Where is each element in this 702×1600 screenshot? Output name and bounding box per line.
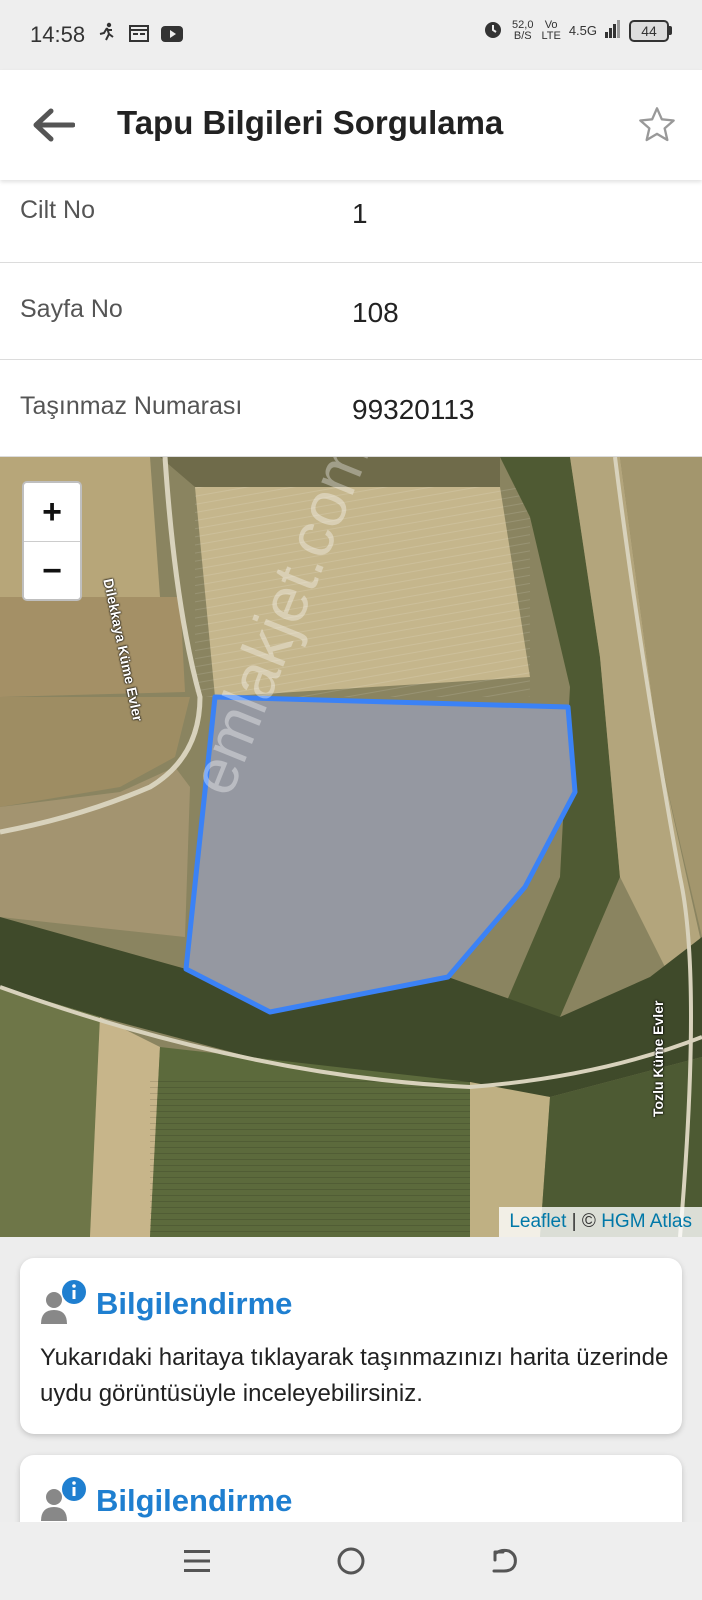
info-value: 108 <box>352 297 399 328</box>
status-time: 14:58 <box>30 22 86 47</box>
hgm-atlas-link[interactable]: HGM Atlas <box>601 1211 692 1232</box>
star-outline-icon <box>639 107 675 142</box>
system-nav-bar <box>0 1522 702 1600</box>
battery-icon: 44 <box>629 19 672 42</box>
card-title: Bilgilendirme <box>96 1286 293 1321</box>
card-title: Bilgilendirme <box>96 1483 293 1518</box>
info-value: 99320113 <box>352 394 475 425</box>
back-button[interactable] <box>28 100 78 150</box>
net-speed-value: 52,0 <box>512 18 534 31</box>
running-person-icon <box>97 22 117 48</box>
card-text: Yukarıdaki haritaya tıklayarak taşınmazı… <box>40 1344 669 1407</box>
info-card: Bilgilendirme Yukarıdaki haritaya tıklay… <box>20 1258 682 1434</box>
info-row-tasinmaz-numarasi: Taşınmaz Numarası 99320113 <box>0 360 702 457</box>
system-back-button[interactable] <box>480 1536 530 1586</box>
user-info-icon <box>38 1475 90 1527</box>
menu-button[interactable] <box>172 1536 222 1586</box>
home-button[interactable] <box>326 1536 376 1586</box>
signal-icon <box>605 20 621 41</box>
volte-indicator: Vo LTE <box>541 18 561 42</box>
zoom-out-button[interactable]: − <box>24 542 80 599</box>
info-label: Taşınmaz Numarası <box>20 392 243 420</box>
volte-top: Vo <box>544 18 558 31</box>
user-info-icon <box>38 1278 90 1330</box>
alarm-icon <box>482 18 504 43</box>
info-row-cilt-no: Cilt No 1 <box>0 180 702 263</box>
leaflet-link[interactable]: Leaflet <box>509 1211 566 1232</box>
satellite-imagery <box>0 457 702 1237</box>
net-speed-unit: B/S <box>513 29 532 42</box>
map-attribution: Leaflet | © HGM Atlas <box>499 1207 702 1237</box>
calendar-icon <box>129 22 150 48</box>
menu-icon <box>184 1550 210 1572</box>
status-bar: 14:58 52,0 B/S Vo LTE 4.5G 44 <box>0 0 702 70</box>
net-speed: 52,0 B/S <box>512 18 534 42</box>
battery-level: 44 <box>629 19 669 42</box>
youtube-icon <box>161 22 184 48</box>
info-row-sayfa-no: Sayfa No 108 <box>0 263 702 360</box>
satellite-map[interactable]: Dilekkaya Küme Evler Tozlu Küme Evler em… <box>0 457 702 1237</box>
arrow-left-icon <box>33 108 75 142</box>
info-label: Sayfa No <box>20 295 123 323</box>
info-label: Cilt No <box>20 196 96 224</box>
attribution-separator: | © <box>566 1211 602 1232</box>
network-indicator: 4.5G <box>568 23 597 38</box>
app-bar: Tapu Bilgileri Sorgulama <box>0 70 702 180</box>
zoom-control: + − <box>22 481 82 601</box>
info-value: 1 <box>352 198 368 229</box>
volte-bottom: LTE <box>541 29 561 42</box>
back-arrow-icon <box>492 1548 517 1573</box>
favorite-button[interactable] <box>634 102 680 148</box>
road-label-tozlu: Tozlu Küme Evler <box>650 1000 666 1117</box>
network-type: 4.5G <box>568 23 597 38</box>
info-list: Cilt No 1 Sayfa No 108 Taşınmaz Numarası… <box>0 180 702 457</box>
page-title: Tapu Bilgileri Sorgulama <box>117 104 504 141</box>
zoom-in-button[interactable]: + <box>24 483 80 542</box>
home-circle-icon <box>337 1547 365 1575</box>
